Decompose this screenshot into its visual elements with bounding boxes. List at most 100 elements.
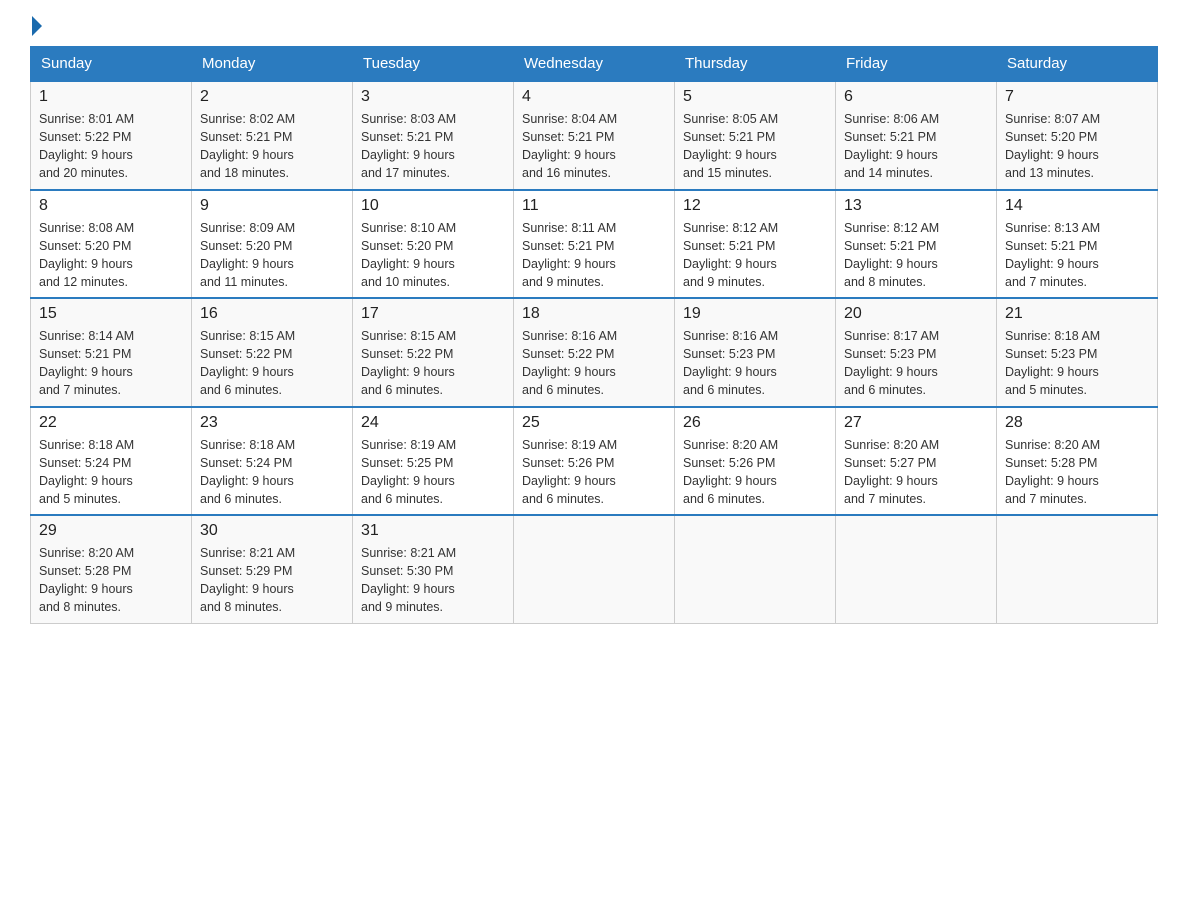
day-number: 24	[361, 414, 505, 432]
calendar-week-row: 8 Sunrise: 8:08 AM Sunset: 5:20 PM Dayli…	[31, 190, 1158, 299]
column-header-sunday: Sunday	[31, 47, 192, 82]
column-header-monday: Monday	[192, 47, 353, 82]
calendar-cell: 4 Sunrise: 8:04 AM Sunset: 5:21 PM Dayli…	[514, 81, 675, 190]
calendar-cell: 6 Sunrise: 8:06 AM Sunset: 5:21 PM Dayli…	[836, 81, 997, 190]
day-number: 11	[522, 197, 666, 215]
calendar-cell: 28 Sunrise: 8:20 AM Sunset: 5:28 PM Dayl…	[997, 407, 1158, 516]
day-number: 12	[683, 197, 827, 215]
day-number: 1	[39, 88, 183, 106]
calendar-cell: 13 Sunrise: 8:12 AM Sunset: 5:21 PM Dayl…	[836, 190, 997, 299]
day-number: 9	[200, 197, 344, 215]
column-header-thursday: Thursday	[675, 47, 836, 82]
day-info: Sunrise: 8:21 AM Sunset: 5:30 PM Dayligh…	[361, 544, 505, 617]
calendar-week-row: 29 Sunrise: 8:20 AM Sunset: 5:28 PM Dayl…	[31, 515, 1158, 623]
calendar-cell: 26 Sunrise: 8:20 AM Sunset: 5:26 PM Dayl…	[675, 407, 836, 516]
day-number: 7	[1005, 88, 1149, 106]
calendar-cell: 11 Sunrise: 8:11 AM Sunset: 5:21 PM Dayl…	[514, 190, 675, 299]
day-info: Sunrise: 8:02 AM Sunset: 5:21 PM Dayligh…	[200, 110, 344, 183]
day-number: 2	[200, 88, 344, 106]
day-number: 18	[522, 305, 666, 323]
calendar-cell: 14 Sunrise: 8:13 AM Sunset: 5:21 PM Dayl…	[997, 190, 1158, 299]
day-info: Sunrise: 8:20 AM Sunset: 5:28 PM Dayligh…	[1005, 436, 1149, 509]
calendar-cell: 7 Sunrise: 8:07 AM Sunset: 5:20 PM Dayli…	[997, 81, 1158, 190]
day-number: 30	[200, 522, 344, 540]
day-number: 8	[39, 197, 183, 215]
day-number: 19	[683, 305, 827, 323]
day-info: Sunrise: 8:11 AM Sunset: 5:21 PM Dayligh…	[522, 219, 666, 292]
column-header-wednesday: Wednesday	[514, 47, 675, 82]
day-info: Sunrise: 8:03 AM Sunset: 5:21 PM Dayligh…	[361, 110, 505, 183]
day-info: Sunrise: 8:14 AM Sunset: 5:21 PM Dayligh…	[39, 327, 183, 400]
day-number: 6	[844, 88, 988, 106]
day-info: Sunrise: 8:07 AM Sunset: 5:20 PM Dayligh…	[1005, 110, 1149, 183]
day-info: Sunrise: 8:19 AM Sunset: 5:25 PM Dayligh…	[361, 436, 505, 509]
calendar-cell	[997, 515, 1158, 623]
calendar-table: SundayMondayTuesdayWednesdayThursdayFrid…	[30, 46, 1158, 624]
calendar-cell: 25 Sunrise: 8:19 AM Sunset: 5:26 PM Dayl…	[514, 407, 675, 516]
calendar-cell: 15 Sunrise: 8:14 AM Sunset: 5:21 PM Dayl…	[31, 298, 192, 407]
calendar-cell: 2 Sunrise: 8:02 AM Sunset: 5:21 PM Dayli…	[192, 81, 353, 190]
calendar-cell	[836, 515, 997, 623]
day-info: Sunrise: 8:05 AM Sunset: 5:21 PM Dayligh…	[683, 110, 827, 183]
day-info: Sunrise: 8:20 AM Sunset: 5:28 PM Dayligh…	[39, 544, 183, 617]
day-number: 16	[200, 305, 344, 323]
calendar-header-row: SundayMondayTuesdayWednesdayThursdayFrid…	[31, 47, 1158, 82]
calendar-cell: 18 Sunrise: 8:16 AM Sunset: 5:22 PM Dayl…	[514, 298, 675, 407]
day-info: Sunrise: 8:16 AM Sunset: 5:22 PM Dayligh…	[522, 327, 666, 400]
day-info: Sunrise: 8:10 AM Sunset: 5:20 PM Dayligh…	[361, 219, 505, 292]
day-number: 13	[844, 197, 988, 215]
column-header-tuesday: Tuesday	[353, 47, 514, 82]
day-info: Sunrise: 8:20 AM Sunset: 5:27 PM Dayligh…	[844, 436, 988, 509]
calendar-week-row: 22 Sunrise: 8:18 AM Sunset: 5:24 PM Dayl…	[31, 407, 1158, 516]
day-info: Sunrise: 8:04 AM Sunset: 5:21 PM Dayligh…	[522, 110, 666, 183]
logo	[30, 20, 42, 36]
day-info: Sunrise: 8:01 AM Sunset: 5:22 PM Dayligh…	[39, 110, 183, 183]
day-number: 15	[39, 305, 183, 323]
day-number: 31	[361, 522, 505, 540]
calendar-cell: 31 Sunrise: 8:21 AM Sunset: 5:30 PM Dayl…	[353, 515, 514, 623]
day-info: Sunrise: 8:15 AM Sunset: 5:22 PM Dayligh…	[200, 327, 344, 400]
day-number: 23	[200, 414, 344, 432]
calendar-cell: 8 Sunrise: 8:08 AM Sunset: 5:20 PM Dayli…	[31, 190, 192, 299]
day-info: Sunrise: 8:09 AM Sunset: 5:20 PM Dayligh…	[200, 219, 344, 292]
day-number: 22	[39, 414, 183, 432]
day-info: Sunrise: 8:18 AM Sunset: 5:23 PM Dayligh…	[1005, 327, 1149, 400]
day-number: 28	[1005, 414, 1149, 432]
day-number: 21	[1005, 305, 1149, 323]
calendar-cell: 27 Sunrise: 8:20 AM Sunset: 5:27 PM Dayl…	[836, 407, 997, 516]
calendar-cell: 16 Sunrise: 8:15 AM Sunset: 5:22 PM Dayl…	[192, 298, 353, 407]
day-info: Sunrise: 8:08 AM Sunset: 5:20 PM Dayligh…	[39, 219, 183, 292]
calendar-cell: 23 Sunrise: 8:18 AM Sunset: 5:24 PM Dayl…	[192, 407, 353, 516]
day-info: Sunrise: 8:18 AM Sunset: 5:24 PM Dayligh…	[200, 436, 344, 509]
day-number: 26	[683, 414, 827, 432]
day-number: 27	[844, 414, 988, 432]
day-number: 14	[1005, 197, 1149, 215]
calendar-cell: 12 Sunrise: 8:12 AM Sunset: 5:21 PM Dayl…	[675, 190, 836, 299]
day-info: Sunrise: 8:17 AM Sunset: 5:23 PM Dayligh…	[844, 327, 988, 400]
calendar-week-row: 1 Sunrise: 8:01 AM Sunset: 5:22 PM Dayli…	[31, 81, 1158, 190]
logo-arrow-icon	[32, 16, 42, 36]
column-header-saturday: Saturday	[997, 47, 1158, 82]
day-info: Sunrise: 8:06 AM Sunset: 5:21 PM Dayligh…	[844, 110, 988, 183]
calendar-cell: 19 Sunrise: 8:16 AM Sunset: 5:23 PM Dayl…	[675, 298, 836, 407]
page-header	[30, 20, 1158, 36]
day-info: Sunrise: 8:16 AM Sunset: 5:23 PM Dayligh…	[683, 327, 827, 400]
day-info: Sunrise: 8:18 AM Sunset: 5:24 PM Dayligh…	[39, 436, 183, 509]
calendar-cell: 29 Sunrise: 8:20 AM Sunset: 5:28 PM Dayl…	[31, 515, 192, 623]
calendar-cell: 30 Sunrise: 8:21 AM Sunset: 5:29 PM Dayl…	[192, 515, 353, 623]
day-info: Sunrise: 8:13 AM Sunset: 5:21 PM Dayligh…	[1005, 219, 1149, 292]
day-number: 3	[361, 88, 505, 106]
calendar-cell: 24 Sunrise: 8:19 AM Sunset: 5:25 PM Dayl…	[353, 407, 514, 516]
calendar-cell: 22 Sunrise: 8:18 AM Sunset: 5:24 PM Dayl…	[31, 407, 192, 516]
day-number: 20	[844, 305, 988, 323]
day-info: Sunrise: 8:19 AM Sunset: 5:26 PM Dayligh…	[522, 436, 666, 509]
day-info: Sunrise: 8:12 AM Sunset: 5:21 PM Dayligh…	[844, 219, 988, 292]
calendar-cell	[514, 515, 675, 623]
day-info: Sunrise: 8:21 AM Sunset: 5:29 PM Dayligh…	[200, 544, 344, 617]
day-info: Sunrise: 8:12 AM Sunset: 5:21 PM Dayligh…	[683, 219, 827, 292]
day-info: Sunrise: 8:20 AM Sunset: 5:26 PM Dayligh…	[683, 436, 827, 509]
day-number: 5	[683, 88, 827, 106]
calendar-cell: 3 Sunrise: 8:03 AM Sunset: 5:21 PM Dayli…	[353, 81, 514, 190]
day-number: 10	[361, 197, 505, 215]
calendar-cell: 20 Sunrise: 8:17 AM Sunset: 5:23 PM Dayl…	[836, 298, 997, 407]
